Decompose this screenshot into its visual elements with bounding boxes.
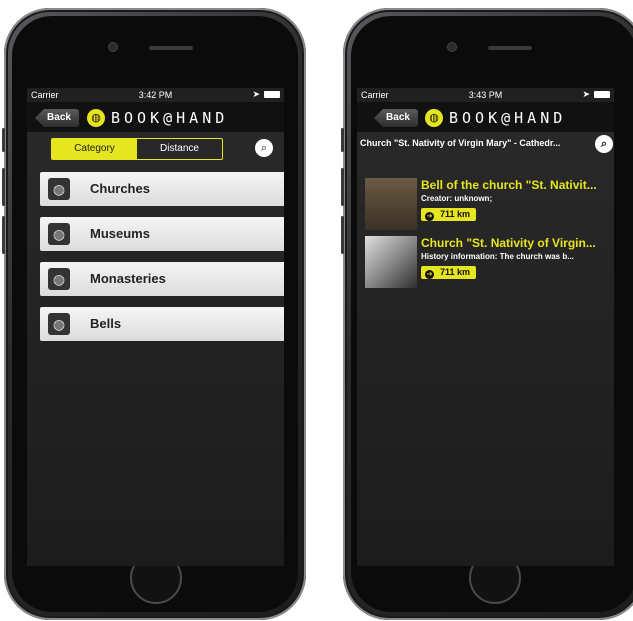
- mute-switch: [341, 128, 344, 152]
- search-icon: ⌕: [600, 138, 608, 150]
- distance-label: 711 km: [440, 267, 471, 277]
- volume-down: [2, 216, 5, 254]
- location-icon: ➤: [582, 89, 590, 99]
- item-title: Church "St. Nativity of Virgin...: [421, 236, 596, 250]
- globe-icon: ◍: [48, 268, 70, 290]
- phone-right: Carrier 3:43 PM ➤ Back ◍ BOOK@HAND Churc…: [341, 8, 633, 620]
- mute-switch: [2, 128, 5, 152]
- tab-category[interactable]: Category: [52, 139, 137, 159]
- speaker: [488, 46, 532, 50]
- category-label: Monasteries: [90, 271, 166, 286]
- segmented-control: Category Distance: [51, 138, 223, 160]
- category-label: Bells: [90, 316, 122, 331]
- arrow-right-icon: ➔: [425, 212, 434, 221]
- category-label: Churches: [90, 181, 150, 196]
- segment-bar: Category Distance ⌕: [27, 132, 284, 164]
- camera: [448, 43, 456, 51]
- search-icon: ⌕: [260, 142, 268, 154]
- app-logo: ◍ BOOK@HAND: [87, 108, 228, 128]
- distance-label: 711 km: [440, 209, 471, 219]
- clock: 3:42 PM: [138, 90, 173, 100]
- item-title: Bell of the church "St. Nativit...: [421, 178, 597, 192]
- globe-icon: ◍: [48, 223, 70, 245]
- globe-icon: ◍: [425, 109, 443, 127]
- volume-up: [2, 168, 5, 206]
- list-item[interactable]: Bell of the church "St. Nativit... Creat…: [365, 178, 613, 234]
- camera: [109, 43, 117, 51]
- battery-icon: [594, 91, 610, 98]
- logo-text: BOOK@HAND: [449, 109, 567, 127]
- search-button[interactable]: ⌕: [595, 135, 613, 153]
- nav-bar: Back ◍ BOOK@HAND: [357, 102, 614, 132]
- list-item[interactable]: Church "St. Nativity of Virgin... Histor…: [365, 236, 613, 292]
- volume-up: [341, 168, 344, 206]
- category-label: Museums: [90, 226, 150, 241]
- status-bar: Carrier 3:42 PM ➤: [27, 88, 284, 102]
- speaker: [149, 46, 193, 50]
- battery-icon: [264, 91, 280, 98]
- arrow-right-icon: ➔: [425, 270, 434, 279]
- category-museums[interactable]: ◍ Museums: [40, 217, 284, 251]
- church-thumbnail: [365, 236, 417, 288]
- nav-bar: Back ◍ BOOK@HAND: [27, 102, 284, 132]
- distance-badge: ➔ 711 km: [421, 266, 477, 279]
- item-subtitle: Creator: unknown;: [421, 194, 493, 203]
- category-bells[interactable]: ◍ Bells: [40, 307, 284, 341]
- app-logo: ◍ BOOK@HAND: [425, 108, 566, 128]
- bell-thumbnail: [365, 178, 417, 230]
- page-title-text: Church "St. Nativity of Virgin Mary" - C…: [360, 138, 561, 148]
- distance-badge: ➔ 711 km: [421, 208, 477, 221]
- category-monasteries[interactable]: ◍ Monasteries: [40, 262, 284, 296]
- globe-icon: ◍: [48, 313, 70, 335]
- globe-icon: ◍: [48, 178, 70, 200]
- location-icon: ➤: [252, 89, 260, 99]
- screen-right: Carrier 3:43 PM ➤ Back ◍ BOOK@HAND Churc…: [357, 88, 614, 566]
- status-bar: Carrier 3:43 PM ➤: [357, 88, 614, 102]
- back-button[interactable]: Back: [35, 109, 79, 127]
- tab-distance[interactable]: Distance: [137, 139, 222, 159]
- globe-icon: ◍: [87, 109, 105, 127]
- back-button[interactable]: Back: [374, 109, 418, 127]
- phone-left: Carrier 3:42 PM ➤ Back ◍ BOOK@HAND Categ…: [2, 8, 306, 620]
- page-title: Church "St. Nativity of Virgin Mary" - C…: [357, 132, 614, 156]
- screen-left: Carrier 3:42 PM ➤ Back ◍ BOOK@HAND Categ…: [27, 88, 284, 566]
- logo-text: BOOK@HAND: [111, 109, 229, 127]
- item-subtitle: History information: The church was b...: [421, 252, 574, 261]
- clock: 3:43 PM: [468, 90, 503, 100]
- search-button[interactable]: ⌕: [255, 139, 273, 157]
- volume-down: [341, 216, 344, 254]
- category-churches[interactable]: ◍ Churches: [40, 172, 284, 206]
